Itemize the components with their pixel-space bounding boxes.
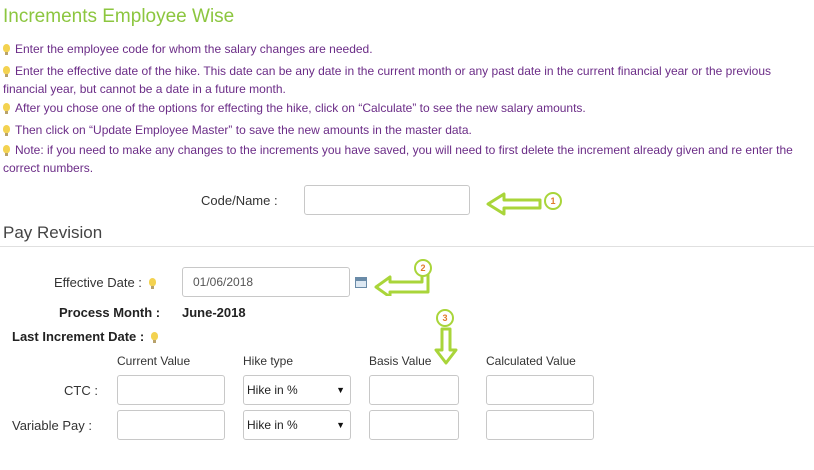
code-name-label: Code/Name : bbox=[201, 193, 278, 208]
ctc-basis-value-input[interactable] bbox=[369, 375, 459, 405]
lightbulb-icon bbox=[3, 125, 10, 136]
dropdown-arrow-icon: ▼ bbox=[336, 385, 345, 395]
calendar-icon[interactable] bbox=[355, 277, 367, 288]
ctc-current-value-input[interactable] bbox=[117, 375, 225, 405]
lightbulb-icon bbox=[3, 44, 10, 55]
variable-pay-basis-value-input[interactable] bbox=[369, 410, 459, 440]
column-header-calculated-value: Calculated Value bbox=[486, 354, 576, 368]
ctc-calculated-value-input[interactable] bbox=[486, 375, 594, 405]
section-divider bbox=[0, 246, 814, 247]
arrow-annotation-icon bbox=[486, 192, 542, 216]
last-increment-date-label: Last Increment Date : bbox=[12, 329, 163, 344]
tip-item: After you chose one of the options for e… bbox=[3, 99, 811, 117]
code-name-input[interactable] bbox=[304, 185, 470, 215]
annotation-marker-3: 3 bbox=[436, 309, 454, 327]
annotation-marker-1: 1 bbox=[544, 192, 562, 210]
section-heading: Pay Revision bbox=[3, 223, 103, 242]
row-label-ctc: CTC : bbox=[64, 383, 98, 398]
ctc-hike-type-select[interactable]: Hike in % ▼ bbox=[243, 375, 351, 405]
arrow-annotation-icon bbox=[434, 327, 458, 365]
page-title: Increments Employee Wise bbox=[3, 6, 235, 27]
lightbulb-icon bbox=[150, 332, 158, 343]
lightbulb-icon bbox=[3, 103, 10, 114]
row-label-variable-pay: Variable Pay : bbox=[12, 418, 92, 433]
process-month-label: Process Month : bbox=[59, 305, 161, 320]
column-header-basis-value: Basis Value bbox=[369, 354, 432, 368]
column-header-hike-type: Hike type bbox=[243, 354, 294, 368]
tip-item: Enter the employee code for whom the sal… bbox=[3, 40, 811, 58]
tip-item: Enter the effective date of the hike. Th… bbox=[3, 64, 772, 96]
dropdown-arrow-icon: ▼ bbox=[336, 420, 345, 430]
lightbulb-icon bbox=[3, 145, 10, 156]
effective-date-input[interactable] bbox=[182, 267, 350, 297]
variable-pay-calculated-value-input[interactable] bbox=[486, 410, 594, 440]
lightbulb-icon bbox=[148, 278, 156, 289]
annotation-marker-2: 2 bbox=[414, 259, 432, 277]
process-month-value: June-2018 bbox=[182, 305, 246, 320]
lightbulb-icon bbox=[3, 66, 10, 77]
column-header-current-value: Current Value bbox=[117, 354, 191, 368]
variable-pay-current-value-input[interactable] bbox=[117, 410, 225, 440]
effective-date-label: Effective Date : bbox=[54, 275, 161, 290]
tip-item: Note: if you need to make any changes to… bbox=[3, 143, 793, 175]
tip-item: Then click on “Update Employee Master” t… bbox=[3, 121, 811, 139]
variable-pay-hike-type-select[interactable]: Hike in % ▼ bbox=[243, 410, 351, 440]
